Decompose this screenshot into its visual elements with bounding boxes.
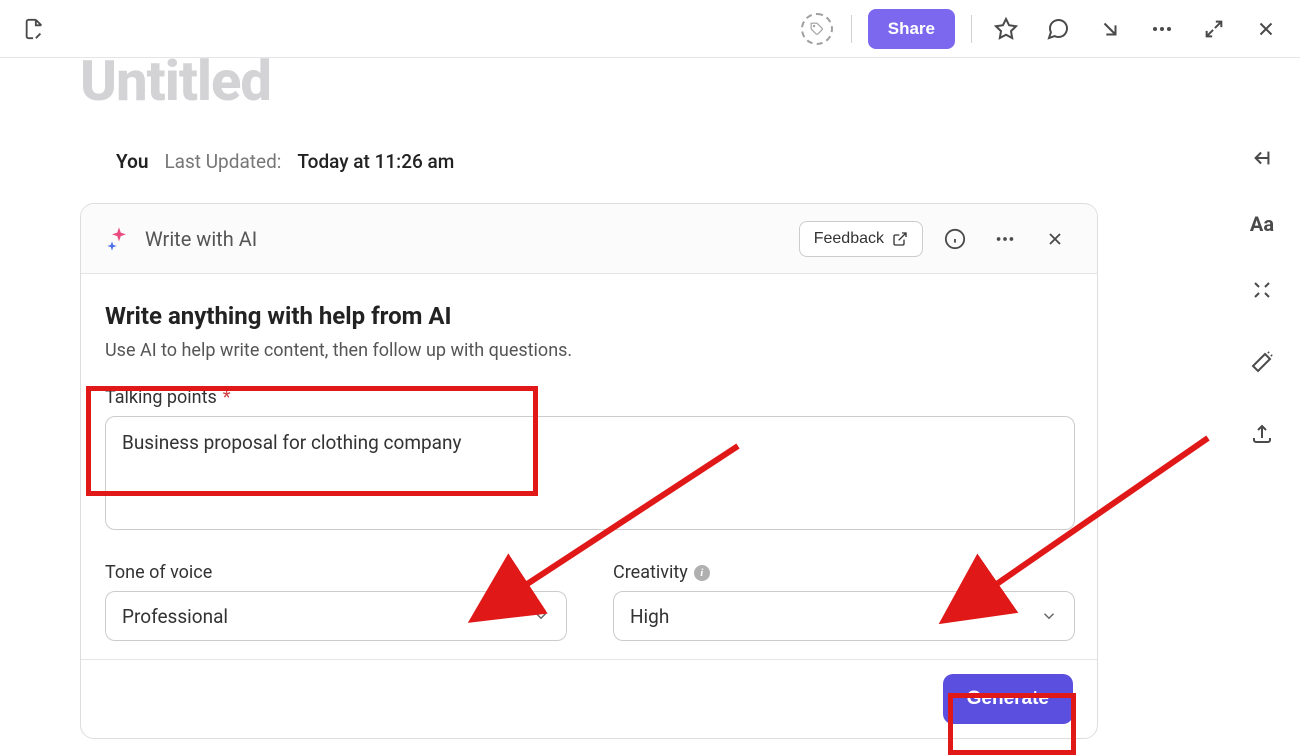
sparkle-icon xyxy=(105,225,133,253)
talking-points-label: Talking points * xyxy=(105,387,1073,408)
talking-points-input[interactable]: Business proposal for clothing company xyxy=(105,416,1075,530)
panel-header: Write with AI Feedback xyxy=(81,204,1097,274)
upload-icon[interactable] xyxy=(1244,416,1280,452)
tone-group: Tone of voice Professional xyxy=(105,562,567,641)
comment-icon[interactable] xyxy=(1040,11,1076,47)
document-meta: You Last Updated: Today at 11:26 am xyxy=(116,150,1300,173)
updated-time: Today at 11:26 am xyxy=(297,150,454,173)
creativity-label: Creativity i xyxy=(613,562,1075,583)
right-rail: Aa xyxy=(1244,140,1280,452)
download-icon[interactable] xyxy=(1092,11,1128,47)
ai-write-panel: Write with AI Feedback Write anything wi… xyxy=(80,203,1098,739)
info-tooltip-icon[interactable]: i xyxy=(694,565,710,581)
updated-label: Last Updated: xyxy=(164,150,281,173)
required-star: * xyxy=(223,387,231,408)
close-icon[interactable] xyxy=(1248,11,1284,47)
panel-close-icon[interactable] xyxy=(1037,221,1073,257)
typography-icon[interactable]: Aa xyxy=(1250,212,1274,236)
talking-points-group: Talking points * Business proposal for c… xyxy=(105,387,1073,534)
tag-icon[interactable] xyxy=(799,11,835,47)
external-link-icon xyxy=(892,231,908,247)
panel-subheading: Use AI to help write content, then follo… xyxy=(105,340,1073,361)
document-title[interactable]: Untitled xyxy=(80,48,1300,114)
favorite-icon[interactable] xyxy=(988,11,1024,47)
collapse-rail-icon[interactable] xyxy=(1244,140,1280,176)
panel-title: Write with AI xyxy=(145,227,257,251)
panel-footer: Generate xyxy=(81,659,1097,738)
tone-value: Professional xyxy=(122,605,228,628)
author-name: You xyxy=(116,150,148,173)
creativity-select[interactable]: High xyxy=(613,591,1075,641)
document-area: Untitled You Last Updated: Today at 11:2… xyxy=(0,48,1300,739)
generate-button[interactable]: Generate xyxy=(943,674,1073,724)
feedback-label: Feedback xyxy=(814,230,884,248)
panel-more-icon[interactable] xyxy=(987,221,1023,257)
share-button[interactable]: Share xyxy=(868,9,955,49)
creativity-value: High xyxy=(630,605,669,628)
info-icon[interactable] xyxy=(937,221,973,257)
tone-label: Tone of voice xyxy=(105,562,567,583)
creativity-group: Creativity i High xyxy=(613,562,1075,641)
magic-wand-icon[interactable] xyxy=(1244,344,1280,380)
panel-heading: Write anything with help from AI xyxy=(105,302,1073,330)
tone-select[interactable]: Professional xyxy=(105,591,567,641)
document-template-icon[interactable] xyxy=(16,11,52,47)
toolbar-divider xyxy=(851,15,852,43)
ai-sparkle-rail-icon[interactable] xyxy=(1244,272,1280,308)
feedback-button[interactable]: Feedback xyxy=(799,221,923,257)
panel-body: Write anything with help from AI Use AI … xyxy=(81,274,1097,659)
chevron-down-icon xyxy=(532,607,550,625)
more-options-icon[interactable] xyxy=(1144,11,1180,47)
expand-icon[interactable] xyxy=(1196,11,1232,47)
toolbar-divider xyxy=(971,15,972,43)
chevron-down-icon xyxy=(1040,607,1058,625)
